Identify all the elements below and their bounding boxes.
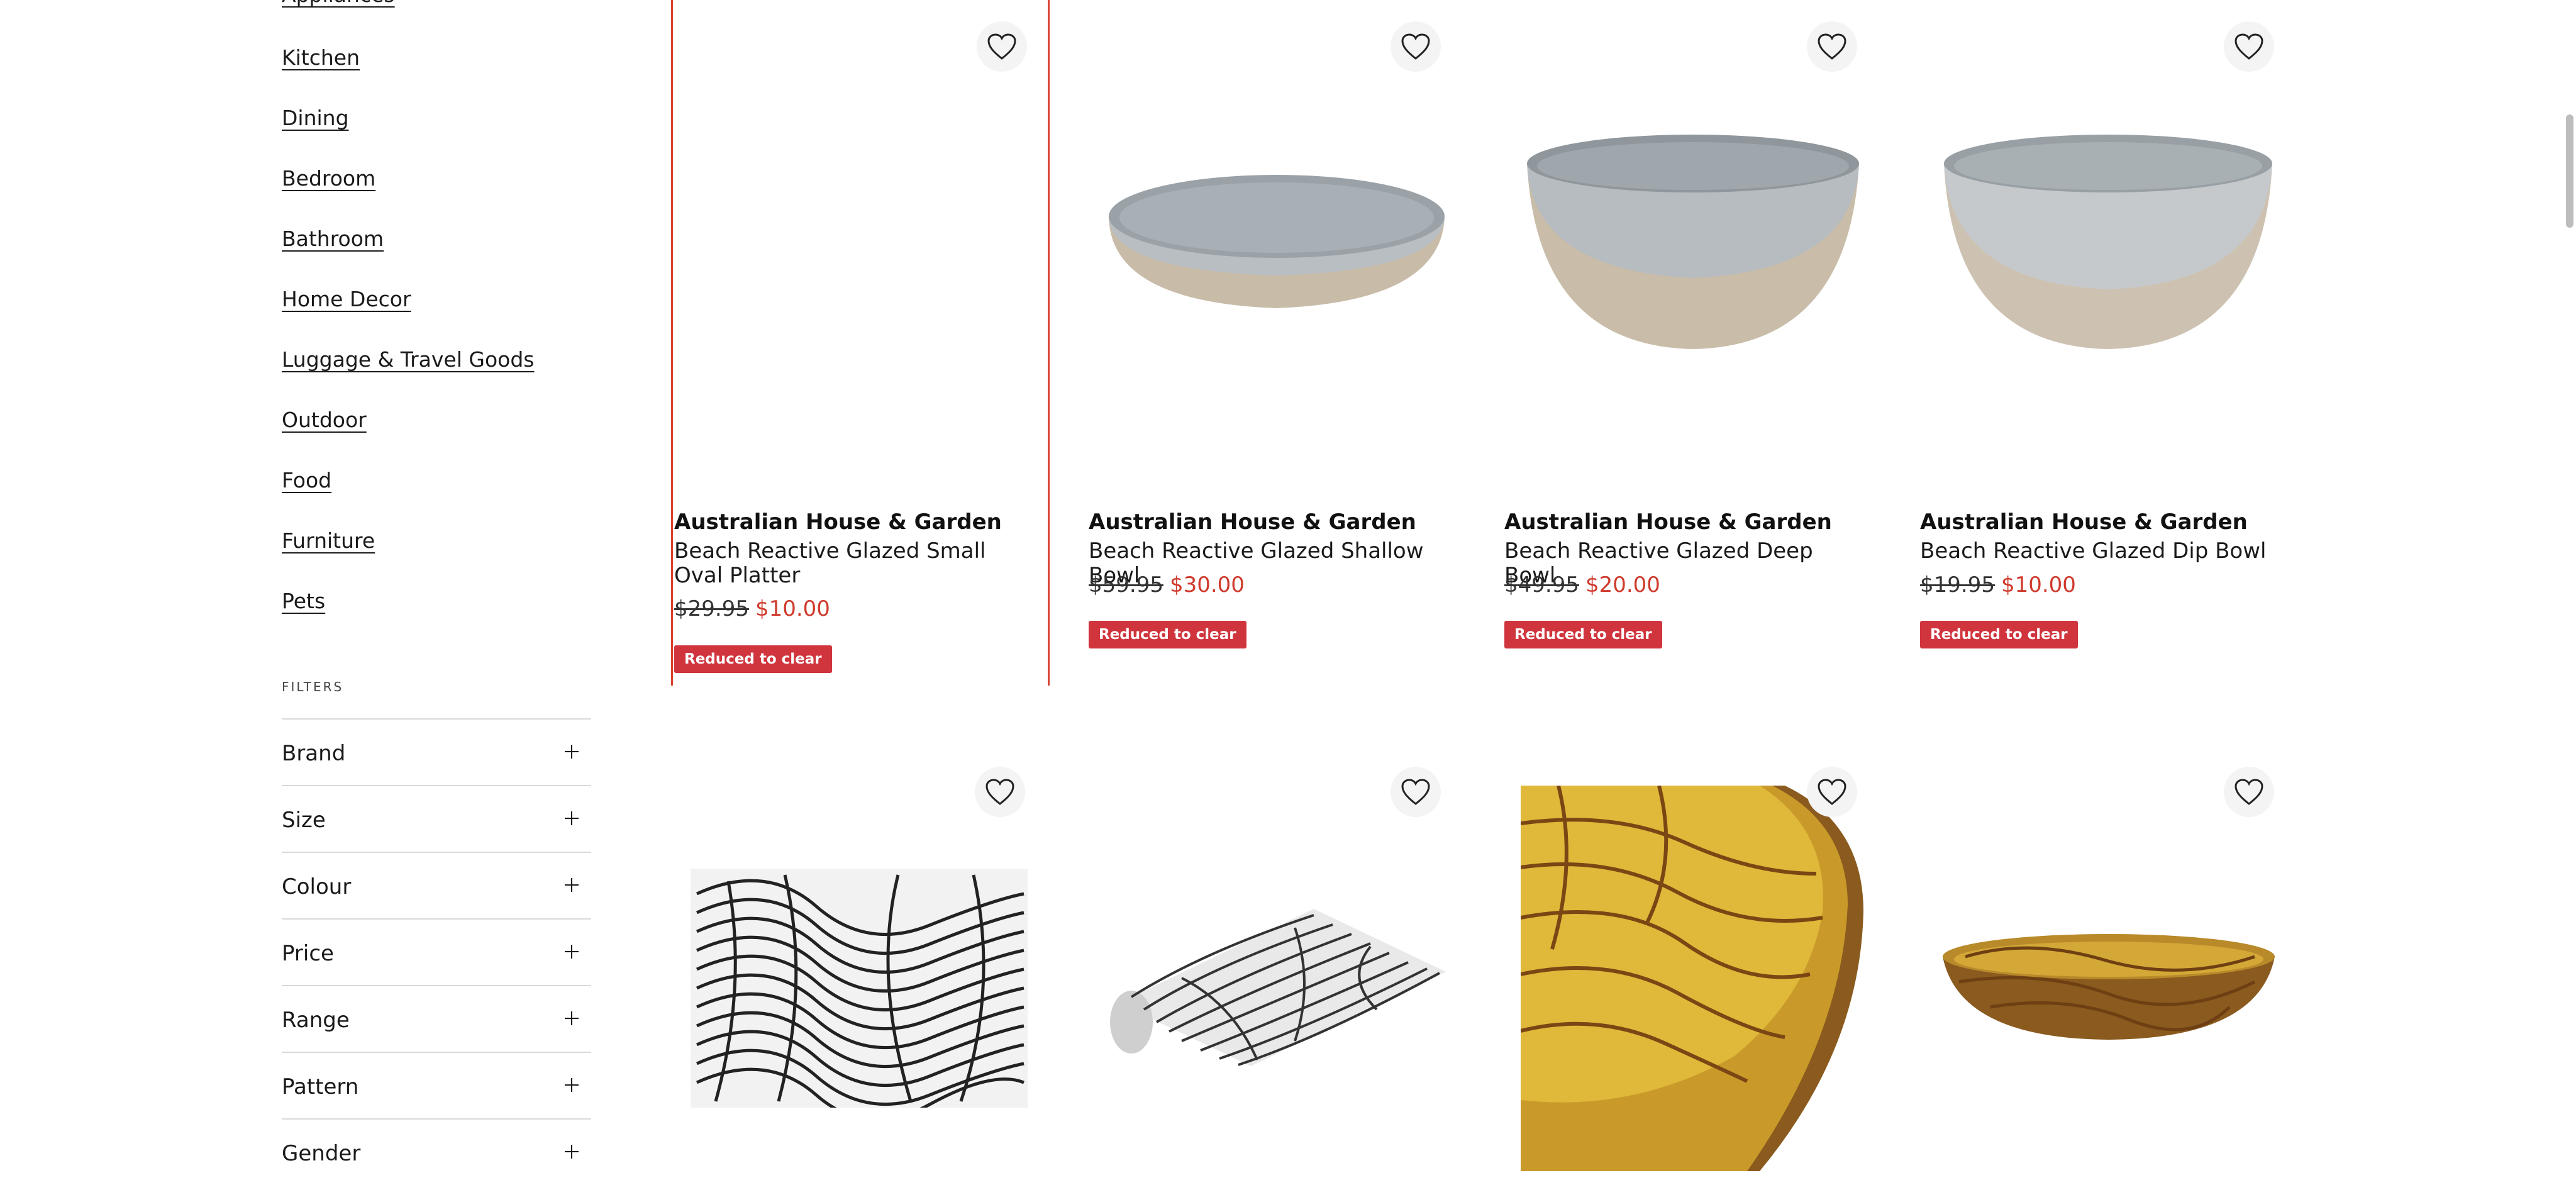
plus-icon — [565, 1145, 579, 1159]
wishlist-button[interactable] — [1807, 767, 1857, 817]
product-card[interactable] — [1504, 745, 1879, 1171]
filter-brand[interactable]: Brand — [282, 718, 591, 785]
wishlist-button[interactable] — [1391, 21, 1441, 72]
category-link-home-decor[interactable]: Home Decor — [282, 287, 411, 311]
product-image[interactable] — [1940, 932, 2277, 1042]
plus-icon — [565, 878, 579, 892]
category-link-bedroom[interactable]: Bedroom — [282, 166, 375, 191]
product-card[interactable]: Australian House & Garden Beach Reactive… — [671, 0, 1050, 686]
category-link-appliances[interactable]: Appliances — [282, 0, 395, 7]
product-price: $29.95 $10.00 — [674, 596, 830, 621]
product-brand: Australian House & Garden — [1504, 509, 1832, 535]
heart-icon — [2235, 33, 2263, 60]
scrollbar-thumb[interactable] — [2566, 114, 2573, 228]
heart-icon — [987, 33, 1016, 60]
product-image[interactable] — [1105, 164, 1448, 314]
wishlist-button[interactable] — [975, 767, 1025, 817]
product-price: $49.95 $20.00 — [1504, 572, 1660, 598]
filter-colour[interactable]: Colour — [282, 852, 591, 918]
was-price: $29.95 — [674, 596, 749, 621]
wishlist-button[interactable] — [1391, 767, 1441, 817]
product-card[interactable]: Australian House & Garden Beach Reactive… — [1504, 0, 1879, 686]
heart-icon — [985, 779, 1014, 805]
category-link-bathroom[interactable]: Bathroom — [282, 226, 384, 251]
filter-range[interactable]: Range — [282, 985, 591, 1052]
category-link-dining[interactable]: Dining — [282, 106, 349, 130]
product-price: $19.95 $10.00 — [1920, 572, 2076, 598]
heart-icon — [1401, 779, 1430, 805]
filters-heading: FILTERS — [282, 679, 344, 694]
product-card[interactable] — [671, 745, 1046, 1171]
product-card[interactable] — [1920, 745, 2295, 1171]
sale-badge: Reduced to clear — [1920, 621, 2078, 648]
product-brand: Australian House & Garden — [1089, 509, 1416, 535]
wishlist-button[interactable] — [977, 21, 1027, 72]
filter-label: Range — [282, 1008, 350, 1033]
was-price: $49.95 — [1504, 572, 1579, 598]
sale-badge: Reduced to clear — [674, 645, 832, 673]
product-name[interactable]: Beach Reactive Glazed Dip Bowl — [1920, 539, 2285, 564]
filter-size[interactable]: Size — [282, 785, 591, 852]
product-brand: Australian House & Garden — [674, 509, 1002, 535]
filter-pattern[interactable]: Pattern — [282, 1052, 591, 1118]
product-name[interactable]: Beach Reactive Glazed Small Oval Platter — [674, 539, 1039, 588]
filter-label: Brand — [282, 741, 346, 766]
sale-price: $10.00 — [755, 596, 830, 621]
sale-price: $30.00 — [1169, 572, 1245, 598]
plus-icon — [565, 1011, 579, 1025]
filter-gender[interactable]: Gender — [282, 1118, 591, 1185]
filter-label: Pattern — [282, 1074, 359, 1099]
plus-icon — [565, 811, 579, 825]
product-image[interactable] — [1106, 903, 1446, 1072]
wishlist-button[interactable] — [2224, 21, 2274, 72]
heart-icon — [1818, 33, 1846, 60]
category-link-food[interactable]: Food — [282, 468, 331, 492]
wishlist-button[interactable] — [1807, 21, 1857, 72]
sale-price: $20.00 — [1585, 572, 1660, 598]
product-card[interactable]: Australian House & Garden Beach Reactive… — [1920, 0, 2295, 686]
product-image[interactable] — [691, 869, 1028, 1108]
plus-icon — [565, 945, 579, 959]
heart-icon — [1401, 33, 1430, 60]
filter-label: Size — [282, 808, 326, 833]
filter-price[interactable]: Price — [282, 918, 591, 985]
sale-badge: Reduced to clear — [1504, 621, 1662, 648]
product-brand: Australian House & Garden — [1920, 509, 2248, 535]
was-price: $59.95 — [1089, 572, 1163, 598]
wishlist-button[interactable] — [2224, 767, 2274, 817]
sale-price: $10.00 — [2001, 572, 2076, 598]
sale-badge: Reduced to clear — [1089, 621, 1246, 648]
product-card[interactable]: Australian House & Garden Beach Reactive… — [1089, 0, 1463, 686]
category-link-furniture[interactable]: Furniture — [282, 528, 375, 553]
plus-icon — [565, 1078, 579, 1092]
product-image[interactable] — [1524, 132, 1862, 352]
filter-label: Price — [282, 941, 334, 966]
heart-icon — [2235, 779, 2263, 805]
heart-icon — [1818, 779, 1846, 805]
product-price: $59.95 $30.00 — [1089, 572, 1245, 598]
category-link-kitchen[interactable]: Kitchen — [282, 45, 360, 70]
plus-icon — [565, 745, 579, 759]
was-price: $19.95 — [1920, 572, 1995, 598]
category-link-luggage[interactable]: Luggage & Travel Goods — [282, 347, 534, 372]
filter-label: Gender — [282, 1141, 361, 1166]
category-link-pets[interactable]: Pets — [282, 589, 325, 613]
product-image[interactable] — [1521, 786, 1863, 1171]
product-image[interactable] — [1941, 132, 2275, 352]
category-link-outdoor[interactable]: Outdoor — [282, 408, 367, 432]
filter-label: Colour — [282, 874, 352, 899]
product-card[interactable] — [1089, 745, 1463, 1171]
